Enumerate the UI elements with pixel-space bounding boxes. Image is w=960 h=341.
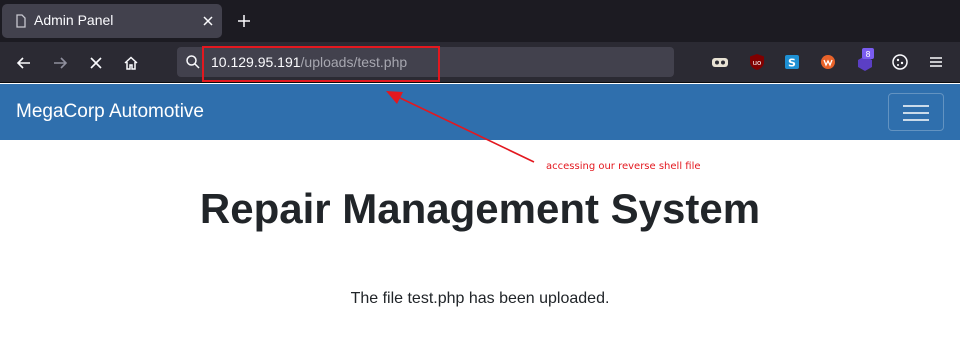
browser-toolbar: 10.129.95.191/uploads/test.php uo S 8 — [0, 42, 960, 83]
tampermonkey-icon[interactable] — [710, 52, 730, 72]
s-square-icon: S — [785, 55, 799, 70]
navbar-toggle-button[interactable] — [888, 93, 944, 131]
tab-title: Admin Panel — [34, 12, 114, 28]
close-icon[interactable] — [200, 13, 216, 29]
home-icon[interactable] — [122, 54, 140, 72]
back-arrow-icon[interactable] — [15, 54, 33, 72]
tab-admin-panel[interactable]: Admin Panel — [2, 4, 222, 38]
hamburger-icon-bar-bottom — [903, 119, 929, 121]
page-title: Repair Management System — [199, 185, 761, 232]
s-extension-label: S — [788, 57, 796, 70]
hacktools-icon[interactable]: 8 — [854, 48, 876, 72]
browser-tab-strip: Admin Panel — [0, 0, 960, 42]
forward-arrow-icon[interactable] — [51, 54, 69, 72]
ublock-label: uo — [753, 59, 762, 67]
site-navbar: MegaCorp Automotive — [0, 84, 960, 140]
ublock-origin-icon[interactable]: uo — [747, 52, 767, 72]
s-extension-icon[interactable]: S — [782, 52, 802, 72]
stop-loading-icon[interactable] — [87, 54, 105, 72]
annotation-text: accessing our reverse shell file — [546, 161, 701, 172]
menu-icon[interactable] — [926, 52, 946, 72]
upload-status-message: The file test.php has been uploaded. — [350, 290, 610, 307]
plus-icon[interactable] — [236, 13, 252, 29]
hexagon-icon: 8 — [858, 48, 874, 71]
site-brand[interactable]: MegaCorp Automotive — [16, 101, 204, 123]
hamburger-icon-bar-top — [903, 105, 929, 107]
hamburger-icon-bar-middle — [903, 112, 929, 114]
url-highlight-box — [202, 46, 440, 82]
page-icon — [16, 14, 26, 28]
cookie-editor-icon[interactable] — [890, 52, 910, 72]
shield-icon: uo — [750, 54, 764, 70]
search-icon — [186, 55, 200, 69]
wappalyzer-icon[interactable] — [818, 52, 838, 72]
hacktools-badge: 8 — [865, 50, 870, 59]
